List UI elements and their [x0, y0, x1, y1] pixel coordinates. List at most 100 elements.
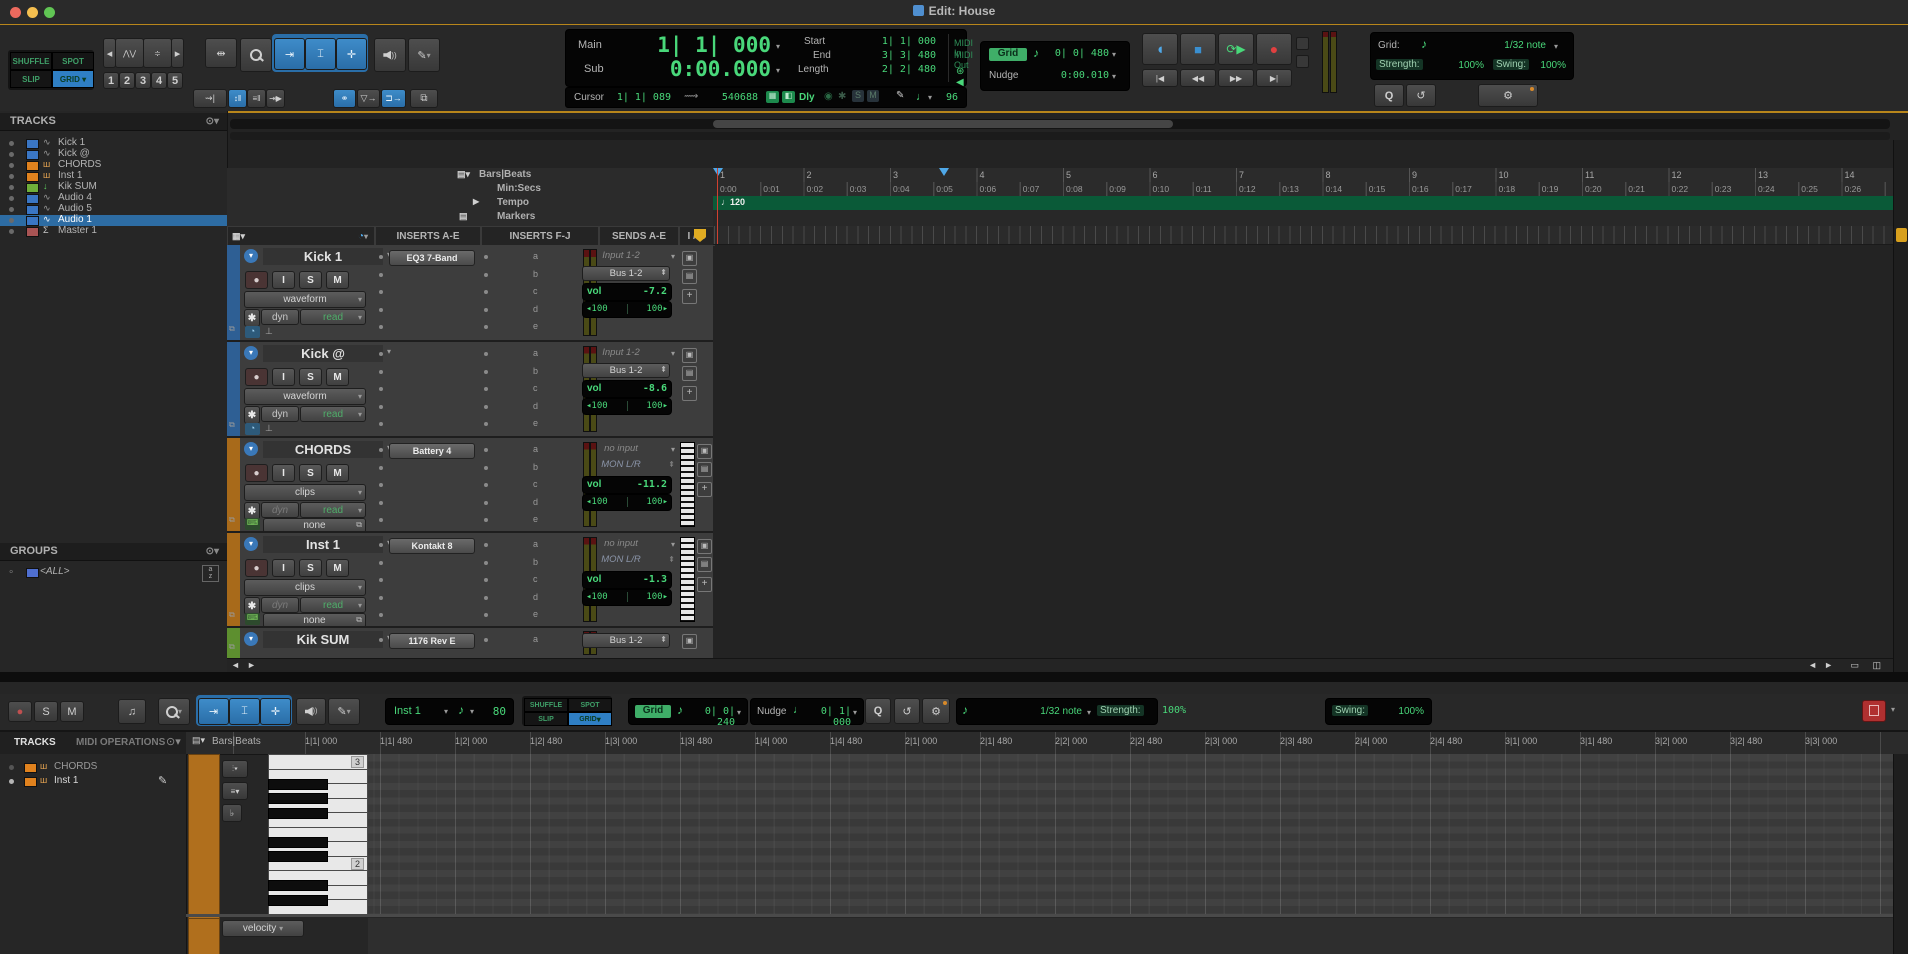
output-window-icon[interactable]: ⊥ [265, 423, 273, 434]
io-output-meter-icon[interactable]: ⇞ [660, 635, 667, 644]
mode-shuffle-button[interactable]: SHUFFLE [10, 52, 52, 70]
insert-slot-dot[interactable] [484, 578, 488, 582]
solo-button[interactable]: S [299, 464, 322, 482]
piano-black-key[interactable] [268, 851, 328, 862]
piano-black-key[interactable] [268, 837, 328, 848]
io-input[interactable]: no input ▾ [579, 443, 675, 456]
insert-slot-dot[interactable] [484, 613, 488, 617]
track-show-dot[interactable] [9, 207, 14, 212]
delay-compensation-indicator[interactable]: Dly [799, 92, 815, 103]
link-timeline-edit-button[interactable]: ⚭ [333, 89, 356, 108]
insert-slot-dot[interactable] [379, 405, 383, 409]
insert-slot-dot[interactable] [379, 483, 383, 487]
grid-badge[interactable]: Grid [989, 48, 1027, 61]
midi-editor-menu-dropdown[interactable]: ▾ [1891, 705, 1895, 714]
notation-view-button[interactable]: ♫ [118, 699, 146, 724]
vol-value[interactable]: -7.2 [643, 286, 667, 297]
scroll-left-button[interactable]: ◄ [231, 660, 240, 670]
insert-slot-dot[interactable] [484, 448, 488, 452]
io-input-dropdown[interactable]: ▾ [671, 349, 675, 358]
selector-tool-button[interactable]: ⌶ [305, 38, 336, 70]
comments-button[interactable]: ▤ [697, 557, 712, 572]
mute-button[interactable]: M [326, 271, 349, 289]
zoom-preset-2[interactable]: 2 [119, 72, 135, 89]
keyboard-focus-button[interactable]: Q [1374, 84, 1404, 107]
grabber-tool-button[interactable]: ✛ [336, 38, 367, 70]
hscroll-right-button[interactable]: ► [1824, 660, 1833, 670]
fast-forward-button[interactable]: ▶▶ [1218, 69, 1254, 87]
sub-counter-dropdown[interactable]: ▾ [776, 66, 780, 75]
midi-swing-value[interactable]: 100% [1386, 706, 1424, 717]
insert-slot-dot[interactable] [484, 561, 488, 565]
midi-track-selector[interactable]: Inst 1 [394, 705, 421, 717]
close-midi-editor-button[interactable] [1862, 700, 1886, 722]
track-show-dot[interactable] [9, 185, 14, 190]
track-show-dot[interactable] [9, 196, 14, 201]
scroll-right-button[interactable]: ► [247, 660, 256, 670]
insert-slot-dot[interactable] [484, 308, 488, 312]
mute-button[interactable]: M [326, 368, 349, 386]
io-input[interactable]: no input▾ [579, 538, 675, 551]
view-dropdown[interactable]: ▾ [358, 295, 362, 304]
automation-dropdown[interactable]: ▾ [358, 506, 362, 515]
automation-dropdown[interactable]: ▾ [358, 601, 362, 610]
waveform-zoom-button[interactable]: ⋀⋁ [115, 38, 144, 68]
sidebar-track-row-master-1[interactable]: ΣMaster 1 [0, 226, 227, 237]
toolbar-settings-button[interactable]: ⚙ [1478, 84, 1538, 107]
sidebar-track-row-inst-1[interactable]: шInst 1 [0, 171, 227, 182]
grid-dropdown[interactable]: ▾ [1112, 50, 1116, 59]
row-dot[interactable] [9, 765, 14, 770]
hscroll-left-button[interactable]: ◄ [1808, 660, 1817, 670]
io-input-path[interactable]: no input [579, 443, 663, 454]
automation-clock-chip[interactable]: ◔ [245, 326, 260, 338]
insert-slot-dot[interactable] [484, 352, 488, 356]
patch-icon[interactable]: ⧉ [229, 610, 235, 620]
automation-mode-button[interactable]: read▾ [300, 406, 366, 422]
input-monitor-button[interactable]: I [272, 464, 295, 482]
track-show-dot[interactable] [9, 141, 14, 146]
insert-slot-dot[interactable] [379, 613, 383, 617]
insert-slot-dot[interactable] [484, 543, 488, 547]
tab-midi-operations[interactable]: MIDI OPERATIONS [76, 737, 165, 748]
record-button[interactable]: ● [1256, 33, 1292, 65]
zoom-horizontal-in-arrow[interactable]: ▸ [171, 38, 184, 68]
none-selector-icon[interactable]: ⧉ [356, 615, 362, 625]
dyn-button[interactable]: dyn [261, 309, 299, 325]
insert-slot-dot[interactable] [484, 501, 488, 505]
elastic-audio-button[interactable]: ✱ [244, 406, 260, 424]
send-slot[interactable]: a [533, 444, 538, 454]
piano-black-key[interactable] [268, 880, 328, 891]
midi-mode-spot[interactable]: SPOT [568, 698, 612, 712]
midi-nudge-dropdown[interactable]: ▾ [853, 708, 857, 717]
sidebar-track-row-chords[interactable]: шCHORDS [0, 160, 227, 171]
main-counter-dropdown[interactable]: ▾ [776, 42, 780, 51]
io-input-path[interactable]: no input [579, 538, 663, 549]
secondary-scroll-strip[interactable] [230, 132, 1890, 140]
column-inserts-f-j[interactable]: INSERTS F-J [481, 226, 599, 246]
pan-right[interactable]: 100▸ [646, 401, 668, 411]
pan-left[interactable]: ◂100 [586, 304, 608, 314]
zoom-preset-3[interactable]: 3 [135, 72, 151, 89]
send-slot[interactable]: d [533, 401, 538, 411]
view-dropdown[interactable]: ▾ [358, 392, 362, 401]
midi-solo-button[interactable]: S [34, 701, 58, 722]
midi-keyboard-focus-button[interactable]: Q [865, 698, 891, 724]
io-input-dropdown[interactable]: ▾ [671, 445, 675, 454]
pencil-tool-button[interactable]: ✎▾ [408, 38, 440, 72]
group-row-all[interactable]: ∘ <ALL> az [0, 567, 227, 578]
track-name[interactable]: Audio 1 [58, 214, 92, 225]
vol-value[interactable]: -8.6 [643, 383, 667, 394]
sidebar-track-row-audio-5[interactable]: ∿Audio 5 [0, 204, 227, 215]
insert-slot-dot[interactable] [379, 290, 383, 294]
io-input[interactable]: Input 1-2▾ [579, 347, 675, 360]
insert-slot-dot[interactable] [484, 255, 488, 259]
piano-black-key[interactable] [268, 793, 328, 804]
input-monitor-button[interactable]: I [272, 271, 295, 289]
none-selector[interactable]: none⧉ [263, 613, 366, 628]
scrubber-tool-button[interactable]: )) [374, 38, 406, 72]
automation-dropdown[interactable]: ▾ [358, 313, 362, 322]
vol-value[interactable]: -1.3 [643, 574, 667, 585]
track-name-dropdown[interactable]: ▾ [387, 347, 391, 356]
zoom-preset-4[interactable]: 4 [151, 72, 167, 89]
groups-list-header[interactable]: GROUPS⊙▾ [0, 543, 227, 561]
